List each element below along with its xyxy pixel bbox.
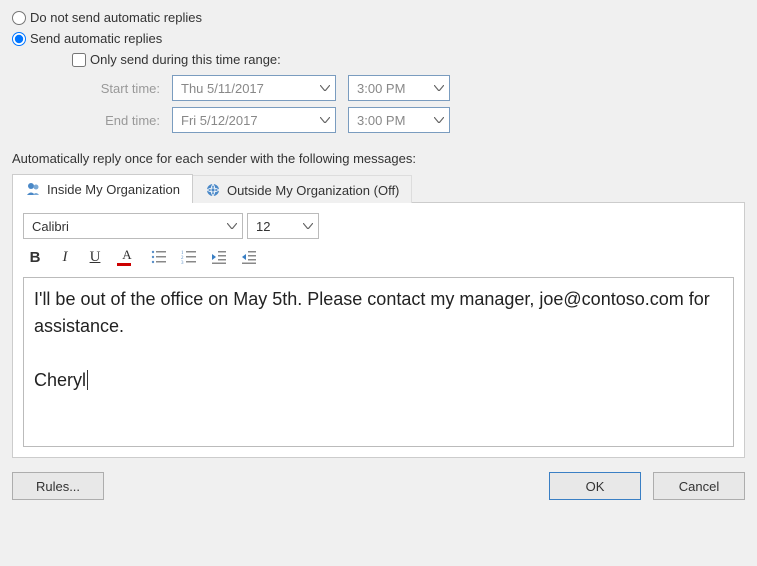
message-line: I'll be out of the office on May 5th. Pl… <box>34 286 723 340</box>
message-line <box>34 340 723 367</box>
chevron-down-icon <box>427 85 449 91</box>
end-date-combo[interactable]: Fri 5/12/2017 <box>172 107 336 133</box>
italic-button[interactable]: I <box>53 245 77 269</box>
rules-button[interactable]: Rules... <box>12 472 104 500</box>
message-textarea[interactable]: I'll be out of the office on May 5th. Pl… <box>23 277 734 447</box>
send-radio[interactable] <box>12 32 26 46</box>
chevron-down-icon <box>296 223 318 229</box>
font-color-button[interactable]: A <box>113 245 141 269</box>
start-time-label: Start time: <box>12 81 172 96</box>
svg-text:3: 3 <box>181 261 184 264</box>
tabs: Inside My Organization Outside My Organi… <box>12 174 745 203</box>
start-date-combo[interactable]: Thu 5/11/2017 <box>172 75 336 101</box>
bullet-list-button[interactable] <box>147 245 171 269</box>
tab-inside-org[interactable]: Inside My Organization <box>12 174 193 203</box>
decrease-indent-button[interactable] <box>207 245 231 269</box>
time-range-checkbox[interactable] <box>72 53 86 67</box>
time-range-label: Only send during this time range: <box>90 52 281 67</box>
start-time-combo[interactable]: 3:00 PM <box>348 75 450 101</box>
chevron-down-icon <box>220 223 242 229</box>
send-label: Send automatic replies <box>30 31 162 46</box>
font-name-combo[interactable]: Calibri <box>23 213 243 239</box>
ok-button[interactable]: OK <box>549 472 641 500</box>
tab-inside-label: Inside My Organization <box>47 182 180 197</box>
section-label: Automatically reply once for each sender… <box>12 151 745 166</box>
chevron-down-icon <box>313 117 335 123</box>
bold-button[interactable]: B <box>23 245 47 269</box>
chevron-down-icon <box>313 85 335 91</box>
start-time-value: 3:00 PM <box>349 81 427 96</box>
no-send-label: Do not send automatic replies <box>30 10 202 25</box>
end-time-combo[interactable]: 3:00 PM <box>348 107 450 133</box>
font-size-value: 12 <box>248 219 296 234</box>
no-send-radio[interactable] <box>12 11 26 25</box>
numbered-list-button[interactable]: 123 <box>177 245 201 269</box>
end-date-value: Fri 5/12/2017 <box>173 113 313 128</box>
chevron-down-icon <box>427 117 449 123</box>
globe-icon <box>205 182 221 198</box>
end-time-label: End time: <box>12 113 172 128</box>
editor-panel: Calibri 12 B I U A 123 <box>12 203 745 458</box>
message-line: Cheryl <box>34 367 723 394</box>
tab-outside-org[interactable]: Outside My Organization (Off) <box>193 175 412 204</box>
underline-button[interactable]: U <box>83 245 107 269</box>
user-group-icon <box>25 181 41 197</box>
font-size-combo[interactable]: 12 <box>247 213 319 239</box>
tab-outside-label: Outside My Organization (Off) <box>227 183 399 198</box>
start-date-value: Thu 5/11/2017 <box>173 81 313 96</box>
end-time-value: 3:00 PM <box>349 113 427 128</box>
font-color-bar <box>117 263 131 266</box>
font-name-value: Calibri <box>24 219 220 234</box>
cancel-button[interactable]: Cancel <box>653 472 745 500</box>
increase-indent-button[interactable] <box>237 245 261 269</box>
font-color-letter: A <box>122 247 131 263</box>
